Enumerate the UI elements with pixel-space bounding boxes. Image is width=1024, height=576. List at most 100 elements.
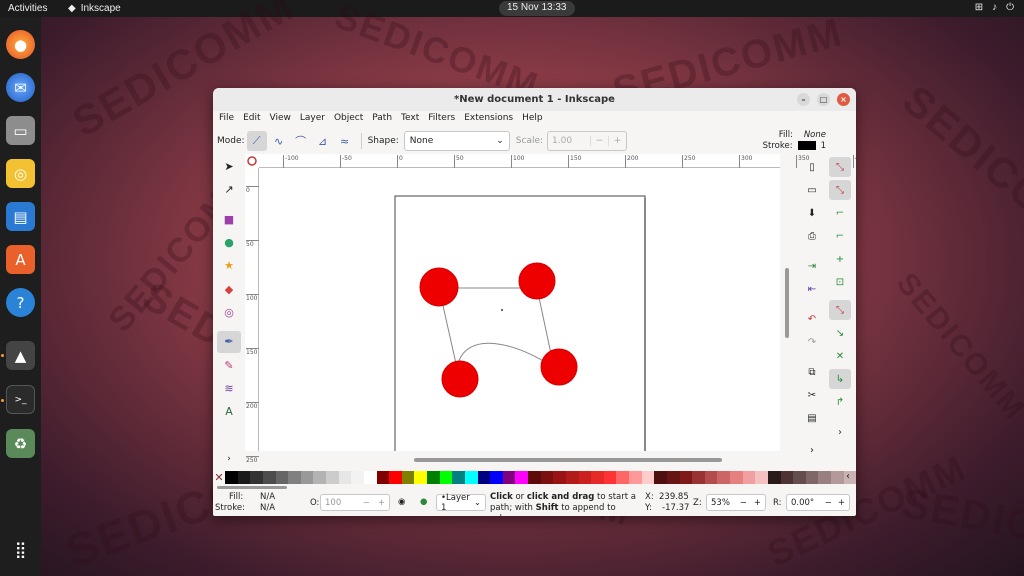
maximize-button[interactable]: □ — [817, 93, 830, 106]
zoom-out-button[interactable]: − — [740, 498, 747, 508]
pen-tool-icon[interactable]: ✒ — [217, 331, 241, 353]
3d-box-tool-icon[interactable]: ◆ — [217, 279, 241, 300]
opacity-decrement-button[interactable]: − — [363, 498, 370, 508]
palette-swatch[interactable] — [629, 471, 642, 484]
ruler-corner[interactable] — [245, 154, 259, 168]
help-icon[interactable]: ? — [6, 288, 35, 317]
bspline-mode-icon[interactable]: ⌒ — [291, 131, 311, 151]
drawing-area[interactable] — [259, 168, 780, 451]
selector-tool-icon[interactable]: ➤ — [217, 156, 241, 177]
palette-swatch[interactable] — [528, 471, 541, 484]
horizontal-scrollbar[interactable] — [259, 451, 780, 470]
menu-file[interactable]: File — [219, 113, 234, 127]
palette-swatch[interactable] — [262, 471, 276, 484]
path-node-circle[interactable] — [419, 267, 459, 307]
snap-bbox-center-icon[interactable]: ⊡ — [829, 272, 851, 292]
palette-swatch[interactable] — [591, 471, 604, 484]
app-menu[interactable]: ◆ Inkscape — [68, 3, 121, 14]
opacity-spinbox[interactable]: 100 − + — [320, 494, 390, 511]
canvas[interactable] — [259, 168, 780, 451]
palette-swatch[interactable] — [326, 471, 339, 484]
rotate-spinbox[interactable]: 0.00° − + — [786, 494, 850, 511]
minimize-button[interactable]: – — [797, 93, 810, 106]
bezier-mode-icon[interactable]: ⟋ — [246, 131, 267, 151]
import-icon[interactable]: ⇥ — [803, 256, 821, 276]
palette-swatch[interactable] — [389, 471, 402, 484]
palette-swatch[interactable] — [692, 471, 705, 484]
print-icon[interactable]: ⎙ — [803, 226, 821, 246]
palette-swatch[interactable] — [363, 471, 377, 484]
spiro-mode-icon[interactable]: ∿ — [269, 131, 289, 151]
inkscape-icon[interactable]: ▲ — [6, 341, 35, 370]
firefox-icon[interactable]: ● — [6, 30, 35, 59]
palette-swatch[interactable] — [603, 471, 617, 484]
trash-icon[interactable]: ♻ — [6, 429, 35, 458]
pencil-tool-icon[interactable]: ✎ — [217, 355, 241, 376]
palette-swatch[interactable] — [793, 471, 806, 484]
activities-button[interactable]: Activities — [8, 3, 47, 14]
palette-swatch[interactable] — [805, 471, 819, 484]
show-apps-icon[interactable]: ⣿ — [6, 535, 35, 564]
menu-layer[interactable]: Layer — [300, 113, 325, 127]
palette-swatch[interactable] — [578, 471, 592, 484]
menu-extensions[interactable]: Extensions — [464, 113, 513, 127]
palette-swatch[interactable] — [427, 471, 440, 484]
horizontal-ruler[interactable]: -100-50050100150200250300350400450500 — [259, 154, 856, 168]
snap-bbox-edge-icon[interactable]: ⌐ — [829, 203, 851, 223]
palette-swatch[interactable] — [452, 471, 465, 484]
menu-path[interactable]: Path — [372, 113, 392, 127]
menu-help[interactable]: Help — [522, 113, 543, 127]
palette-swatch[interactable] — [351, 471, 364, 484]
layer-lock-icon[interactable]: ● — [420, 497, 427, 507]
palette-swatch[interactable] — [439, 471, 453, 484]
commands-more-icon[interactable]: › — [803, 440, 821, 460]
redo-icon[interactable]: ↷ — [803, 332, 821, 352]
status-stroke-value[interactable]: N/A — [260, 503, 275, 513]
palette-swatch[interactable] — [616, 471, 629, 484]
star-tool-icon[interactable]: ★ — [217, 255, 241, 276]
palette-swatch[interactable] — [831, 471, 844, 484]
cut-icon[interactable]: ✂ — [803, 385, 821, 405]
palette-swatch[interactable] — [225, 471, 238, 484]
palette-swatch[interactable] — [477, 471, 491, 484]
text-tool-icon[interactable]: A — [217, 401, 241, 422]
palette-swatch[interactable] — [641, 471, 655, 484]
palette-swatch[interactable] — [313, 471, 326, 484]
opacity-increment-button[interactable]: + — [378, 498, 385, 508]
snap-smooth-icon[interactable]: ↱ — [829, 392, 851, 412]
layer-select[interactable]: •Layer 1 ⌄ — [436, 493, 486, 513]
thunderbird-icon[interactable]: ✉ — [6, 73, 35, 102]
palette-menu-icon[interactable]: ‹ — [846, 471, 850, 482]
palette-swatch[interactable] — [464, 471, 478, 484]
menu-text[interactable]: Text — [401, 113, 419, 127]
rotate-decrement-button[interactable]: − — [825, 498, 832, 508]
path-node-circle[interactable] — [540, 348, 578, 386]
palette-swatch[interactable] — [679, 471, 693, 484]
snap-nodes-icon[interactable]: ⤡ — [829, 300, 851, 320]
palette-swatch[interactable] — [250, 471, 263, 484]
palette-swatch[interactable] — [565, 471, 579, 484]
scale-decrement-button[interactable]: − — [590, 136, 608, 146]
palette-swatch[interactable] — [717, 471, 730, 484]
spiro-alt-mode-icon[interactable]: ≈ — [335, 131, 355, 151]
menu-object[interactable]: Object — [334, 113, 363, 127]
palette-swatch[interactable] — [767, 471, 781, 484]
palette-swatch[interactable] — [755, 471, 768, 484]
rotate-increment-button[interactable]: + — [838, 498, 845, 508]
ellipse-tool-icon[interactable]: ● — [217, 232, 241, 253]
snap-bbox-midpoint-icon[interactable]: + — [829, 249, 851, 269]
snap-more-icon[interactable]: › — [829, 422, 851, 442]
menu-view[interactable]: View — [270, 113, 291, 127]
title-bar[interactable]: *New document 1 - Inkscape – □ × — [213, 88, 856, 111]
palette-swatch[interactable] — [666, 471, 680, 484]
writer-icon[interactable]: ▤ — [6, 202, 35, 231]
vertical-ruler[interactable]: 0 50 100 150 200 250 — [245, 168, 259, 464]
export-icon[interactable]: ⇤ — [803, 279, 821, 299]
snap-bbox-corner-icon[interactable]: ⌐ — [829, 226, 851, 246]
paste-icon[interactable]: ▤ — [803, 408, 821, 428]
snap-cusp-icon[interactable]: ↳ — [829, 369, 851, 389]
scale-increment-button[interactable]: + — [608, 136, 626, 146]
snap-toggle-icon[interactable]: ⤡ — [829, 157, 851, 177]
status-fill-value[interactable]: N/A — [260, 492, 275, 502]
path-node-circle[interactable] — [441, 360, 479, 398]
